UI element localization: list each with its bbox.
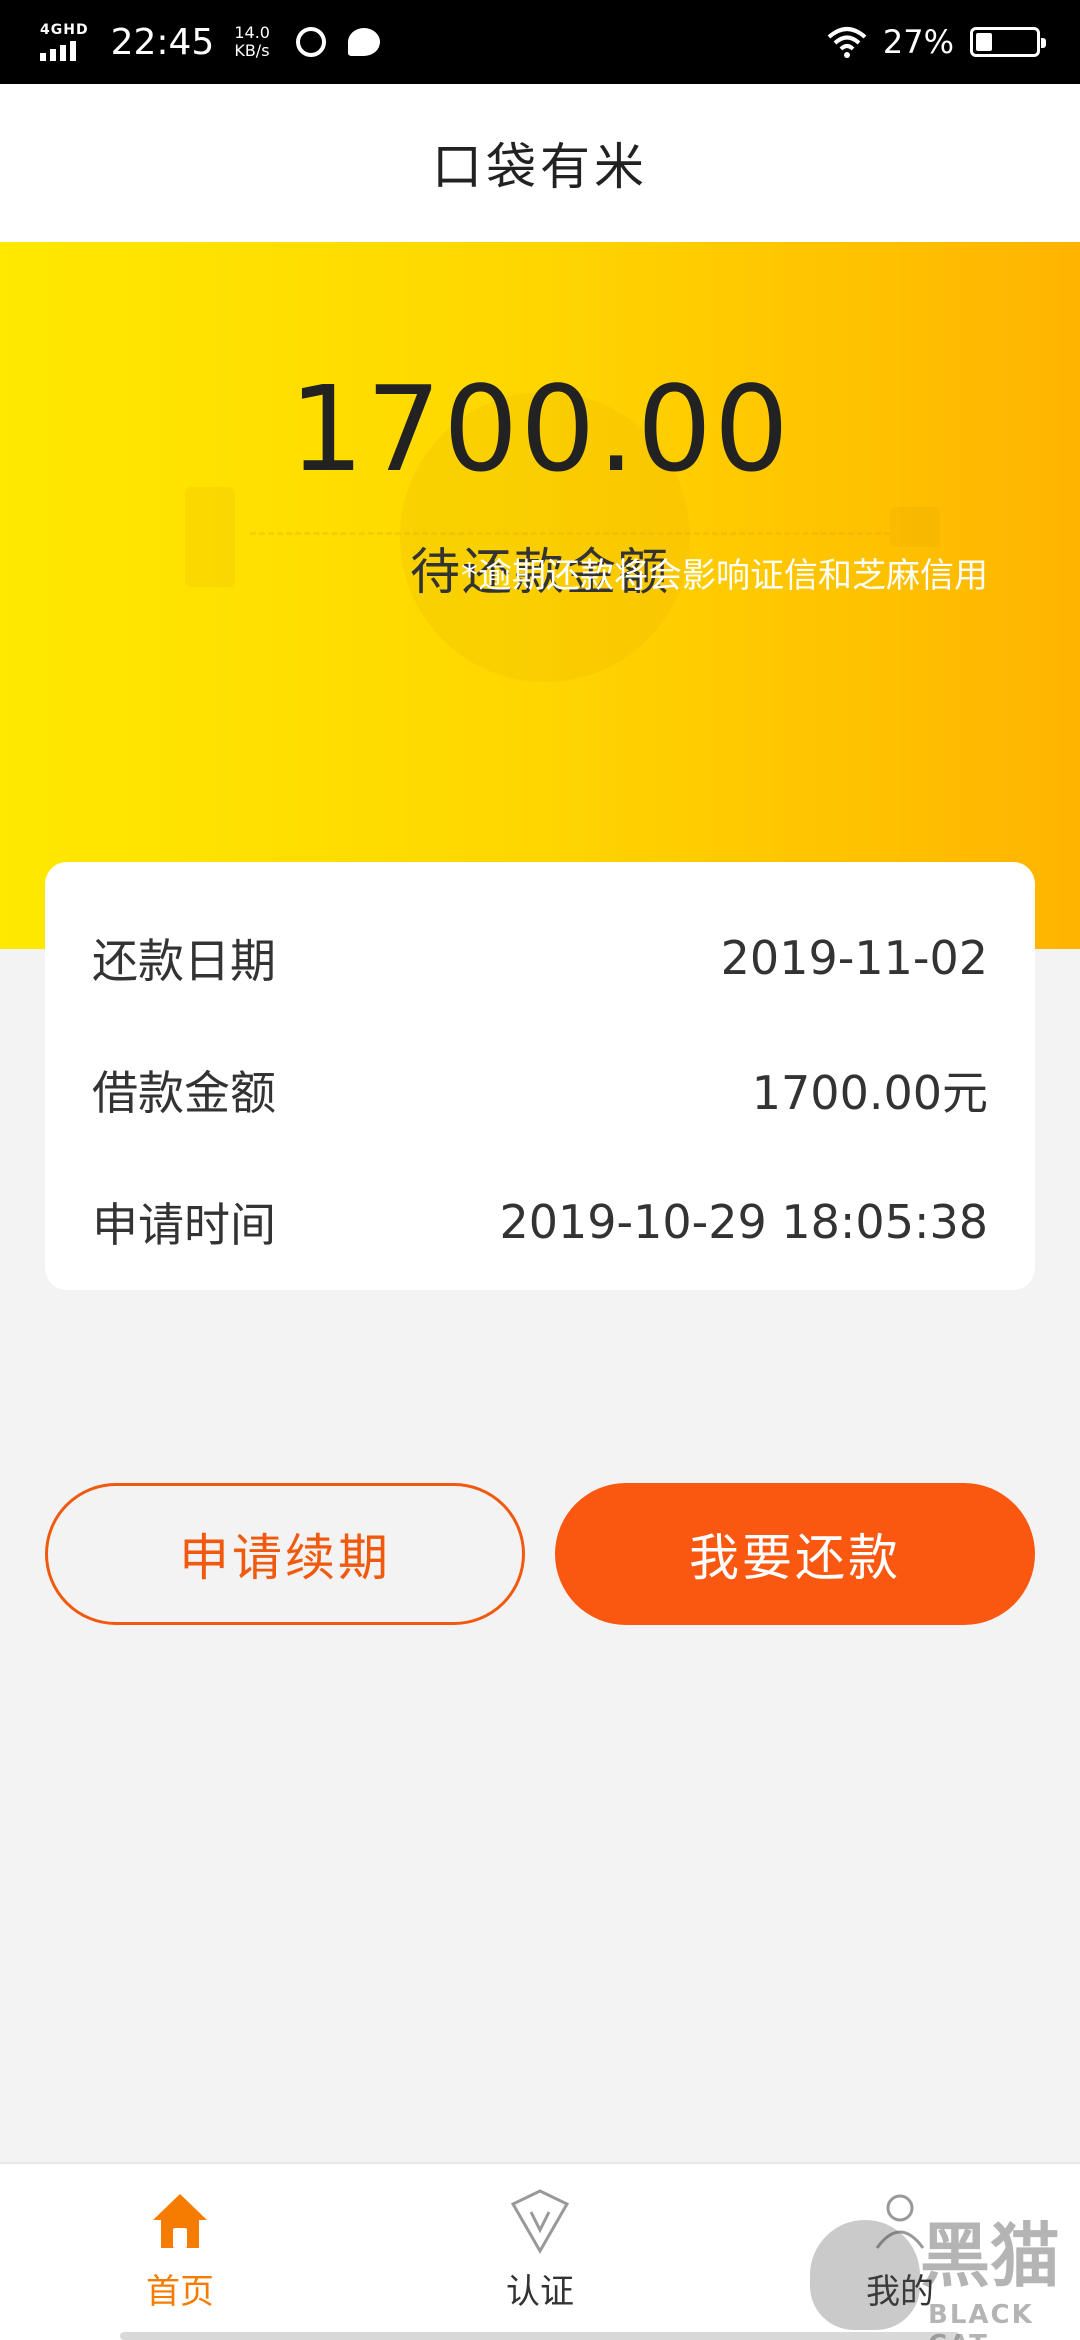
speed-value: 14.0 [234, 23, 270, 42]
network-type: 4GHD [40, 22, 89, 38]
nav-label: 首页 [146, 2272, 214, 2312]
blackcat-watermark: 黑猫 BLACK CAT [810, 2200, 1080, 2340]
app-header: 口袋有米 [0, 84, 1080, 242]
clock: 22:45 [110, 21, 215, 63]
nav-label: 认证 [506, 2272, 574, 2312]
home-icon [145, 2186, 215, 2256]
detail-label: 借款金额 [92, 1066, 276, 1120]
nav-item-verify[interactable]: 认证 [360, 2164, 720, 2340]
repayment-hero: 1700.00 待还款金额 *逾期还款将会影响证信和芝麻信用 [0, 242, 1080, 949]
due-amount: 1700.00 [289, 360, 791, 498]
signal-bars-icon [40, 39, 76, 61]
nav-item-home[interactable]: 首页 [0, 2164, 360, 2340]
loan-details-card: 还款日期 2019-11-02 借款金额 1700.00元 申请时间 2019-… [45, 862, 1035, 1290]
battery-percent: 27% [882, 23, 954, 61]
watermark-text: 黑猫 [920, 2215, 1060, 2297]
detail-row-apply-time: 申请时间 2019-10-29 18:05:38 [92, 1156, 988, 1288]
status-bar: 4GHD 22:45 14.0 KB/s 27% [0, 0, 1080, 84]
speed-unit: KB/s [234, 41, 270, 60]
cat-logo-icon [810, 2220, 920, 2330]
detail-row-repay-date: 还款日期 2019-11-02 [92, 892, 988, 1024]
verify-icon [505, 2186, 575, 2256]
network-speed: 14.0 KB/s [234, 24, 270, 60]
detail-label: 还款日期 [92, 934, 276, 988]
apply-renewal-button[interactable]: 申请续期 [45, 1483, 525, 1625]
detail-row-loan-amount: 借款金额 1700.00元 [92, 1024, 988, 1156]
page-title: 口袋有米 [432, 138, 648, 196]
detail-value: 2019-11-02 [720, 931, 988, 985]
overdue-warning: *逾期还款将会影响证信和芝麻信用 [461, 556, 988, 596]
sync-icon [295, 27, 326, 57]
battery-icon [970, 27, 1046, 57]
detail-label: 申请时间 [92, 1198, 276, 1252]
watermark-subtext: BLACK CAT [928, 2300, 1034, 2340]
detail-value: 1700.00元 [751, 1066, 988, 1120]
repay-button[interactable]: 我要还款 [555, 1483, 1035, 1625]
detail-value: 2019-10-29 18:05:38 [499, 1195, 988, 1249]
message-icon [347, 28, 380, 56]
wifi-icon [827, 27, 867, 58]
signal-indicator: 4GHD [40, 23, 89, 61]
battery-level [976, 33, 992, 51]
